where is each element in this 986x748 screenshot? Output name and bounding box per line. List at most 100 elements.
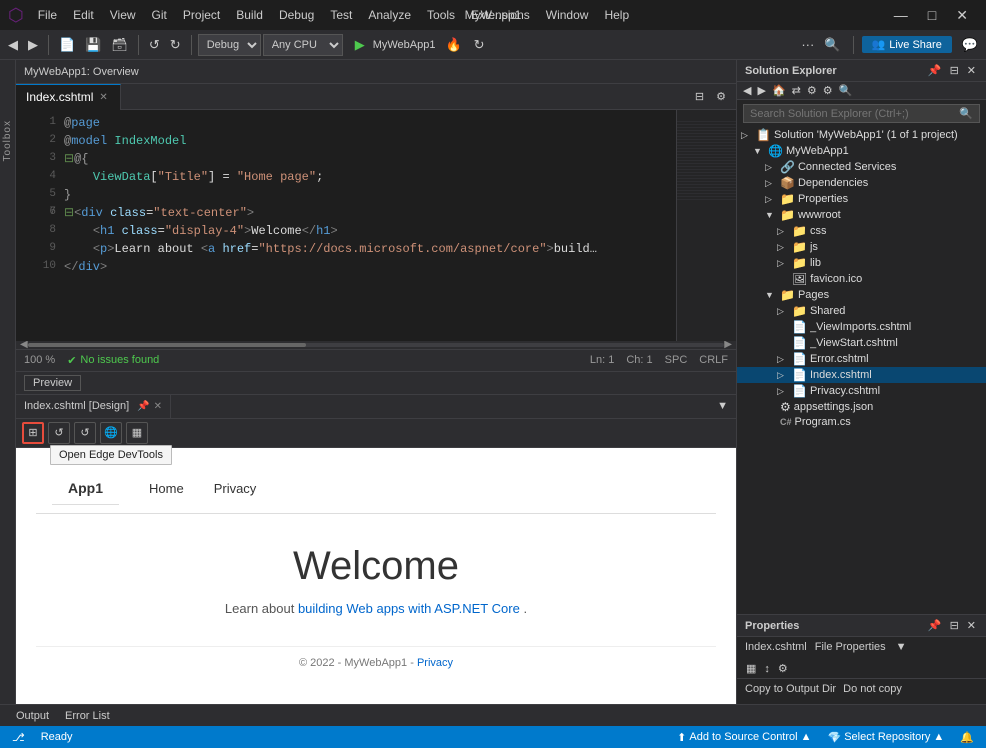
props-close-btn[interactable]: ✕ [965, 619, 978, 632]
search-btn[interactable]: 🔍 [820, 35, 844, 55]
tree-solution[interactable]: ▷ 📋 Solution 'MyWebApp1' (1 of 1 project… [737, 127, 986, 143]
back-btn[interactable]: ◀ [4, 35, 22, 55]
redo-btn[interactable]: ↻ [166, 35, 185, 55]
props-expand-btn[interactable]: ⊟ [948, 619, 961, 632]
live-share-btn[interactable]: 👥 Live Share [862, 36, 952, 53]
design-tab-close[interactable]: ✕ [154, 401, 162, 412]
se-search-btn[interactable]: 🔍 [837, 84, 855, 97]
output-tab[interactable]: Output [8, 710, 57, 722]
overflow-btn[interactable]: ··· [797, 35, 818, 54]
se-forward-btn[interactable]: ▶ [755, 84, 767, 97]
git-status-btn[interactable]: ⎇ [8, 731, 29, 744]
menu-debug[interactable]: Debug [271, 6, 322, 24]
se-settings-btn[interactable]: ⚙ [805, 84, 819, 97]
menu-test[interactable]: Test [322, 6, 360, 24]
shared-icon: 📁 [792, 304, 807, 318]
hot-reload-design-btn[interactable]: ↺ [48, 422, 70, 444]
tree-privacy-cshtml[interactable]: ▷ 📄 Privacy.cshtml [737, 383, 986, 399]
solution-explorer-expand-btn[interactable]: ⊟ [948, 64, 961, 77]
props-pin-btn[interactable]: 📌 [926, 619, 944, 632]
notifications-btn[interactable]: 🔔 [956, 731, 978, 744]
menu-view[interactable]: View [102, 6, 144, 24]
menu-git[interactable]: Git [144, 6, 175, 24]
search-input[interactable] [750, 108, 959, 120]
overview-tab-label[interactable]: MyWebApp1: Overview [24, 66, 139, 78]
props-sort-btn[interactable]: ↕ [761, 661, 773, 676]
grid-btn[interactable]: ▦ [126, 422, 148, 444]
editor-horizontal-scrollbar[interactable]: ◀ ▶ [16, 341, 736, 349]
menu-extensions[interactable]: Extensions [463, 6, 538, 24]
tree-program-cs[interactable]: C# Program.cs [737, 415, 986, 429]
tree-viewstart[interactable]: 📄 _ViewStart.cshtml [737, 335, 986, 351]
add-source-control-btn[interactable]: ⬆ Add to Source Control ▲ [673, 731, 815, 744]
preview-privacy-link[interactable]: Privacy [214, 481, 257, 496]
menu-window[interactable]: Window [538, 6, 597, 24]
new-file-btn[interactable]: 📄 [55, 35, 79, 55]
tree-connected-services[interactable]: ▷ 🔗 Connected Services [737, 159, 986, 175]
save-all-btn[interactable]: 🗃 [107, 35, 132, 55]
se-home-btn[interactable]: 🏠 [770, 84, 788, 97]
solution-explorer-pin-btn[interactable]: 📌 [926, 64, 944, 77]
preview-home-link[interactable]: Home [149, 481, 184, 496]
design-tab-pin[interactable]: 📌 [137, 401, 149, 412]
bell-icon: 🔔 [960, 731, 974, 744]
se-back-btn[interactable]: ◀ [741, 84, 753, 97]
forward-btn[interactable]: ▶ [24, 35, 42, 55]
tree-shared[interactable]: ▷ 📁 Shared [737, 303, 986, 319]
tree-viewimports[interactable]: 📄 _ViewImports.cshtml [737, 319, 986, 335]
window-close[interactable]: ✕ [946, 7, 978, 24]
tree-appsettings[interactable]: ⚙ appsettings.json [737, 399, 986, 415]
tree-wwwroot[interactable]: ▼ 📁 wwwroot [737, 207, 986, 223]
tree-dependencies[interactable]: ▷ 📦 Dependencies [737, 175, 986, 191]
platform-select[interactable]: Any CPU [263, 34, 343, 56]
design-tab[interactable]: Index.cshtml [Design] 📌 ✕ [16, 394, 171, 418]
index-cshtml-tab[interactable]: Index.cshtml ✕ [16, 84, 121, 110]
tree-css[interactable]: ▷ 📁 css [737, 223, 986, 239]
tab-close-btn[interactable]: ✕ [97, 92, 109, 103]
window-minimize[interactable]: — [884, 7, 918, 24]
preview-footer-privacy-link[interactable]: Privacy [417, 657, 453, 669]
more-tabs-btn[interactable]: ⚙ [712, 90, 730, 103]
menu-help[interactable]: Help [596, 6, 637, 24]
menu-project[interactable]: Project [175, 6, 228, 24]
menu-analyze[interactable]: Analyze [360, 6, 419, 24]
menu-file[interactable]: File [30, 6, 65, 24]
menu-build[interactable]: Build [228, 6, 271, 24]
props-dropdown-btn[interactable]: ▼ [894, 641, 909, 653]
props-grid-btn[interactable]: ▦ [743, 661, 759, 676]
undo-btn[interactable]: ↺ [145, 35, 164, 55]
solution-explorer-search[interactable]: 🔍 [743, 104, 980, 123]
preview-btn[interactable]: Preview [24, 375, 81, 391]
design-collapse-btn[interactable]: ▼ [713, 400, 732, 412]
tree-properties[interactable]: ▷ 📁 Properties [737, 191, 986, 207]
menu-tools[interactable]: Tools [419, 6, 463, 24]
run-btn[interactable]: ▶ [349, 35, 371, 55]
se-sync-btn[interactable]: ⇄ [790, 84, 803, 97]
hot-reload-btn[interactable]: 🔥 [441, 35, 465, 55]
preview-aspnet-link[interactable]: building Web apps with ASP.NET Core [298, 601, 520, 616]
window-maximize[interactable]: □ [918, 7, 946, 24]
scrollbar-thumb[interactable] [28, 343, 307, 347]
refresh-btn[interactable]: ↻ [470, 35, 489, 55]
browser-link-btn[interactable]: 🌐 [100, 422, 122, 444]
tree-project[interactable]: ▼ 🌐 MyWebApp1 [737, 143, 986, 159]
refresh-design-btn[interactable]: ↺ [74, 422, 96, 444]
se-filter-btn[interactable]: ⚙ [821, 84, 835, 97]
device-toolbar-btn[interactable]: ⊞ [22, 422, 44, 444]
tree-lib[interactable]: ▷ 📁 lib [737, 255, 986, 271]
tree-js[interactable]: ▷ 📁 js [737, 239, 986, 255]
feedback-btn[interactable]: 💬 [958, 35, 982, 55]
menu-edit[interactable]: Edit [65, 6, 102, 24]
split-editor-btn[interactable]: ⊟ [691, 90, 708, 103]
error-list-tab[interactable]: Error List [57, 710, 118, 722]
tree-error-cshtml[interactable]: ▷ 📄 Error.cshtml [737, 351, 986, 367]
solution-explorer-close-btn[interactable]: ✕ [965, 64, 978, 77]
tree-favicon[interactable]: 🖼 favicon.ico [737, 271, 986, 287]
tree-pages[interactable]: ▼ 📁 Pages [737, 287, 986, 303]
save-btn[interactable]: 💾 [81, 35, 105, 55]
add-source-dropdown-icon: ▲ [801, 731, 812, 743]
props-settings-btn[interactable]: ⚙ [775, 661, 791, 676]
select-repo-btn[interactable]: 💎 Select Repository ▲ [823, 731, 948, 744]
debug-config-select[interactable]: Debug [198, 34, 261, 56]
tree-index-cshtml[interactable]: ▷ 📄 Index.cshtml [737, 367, 986, 383]
